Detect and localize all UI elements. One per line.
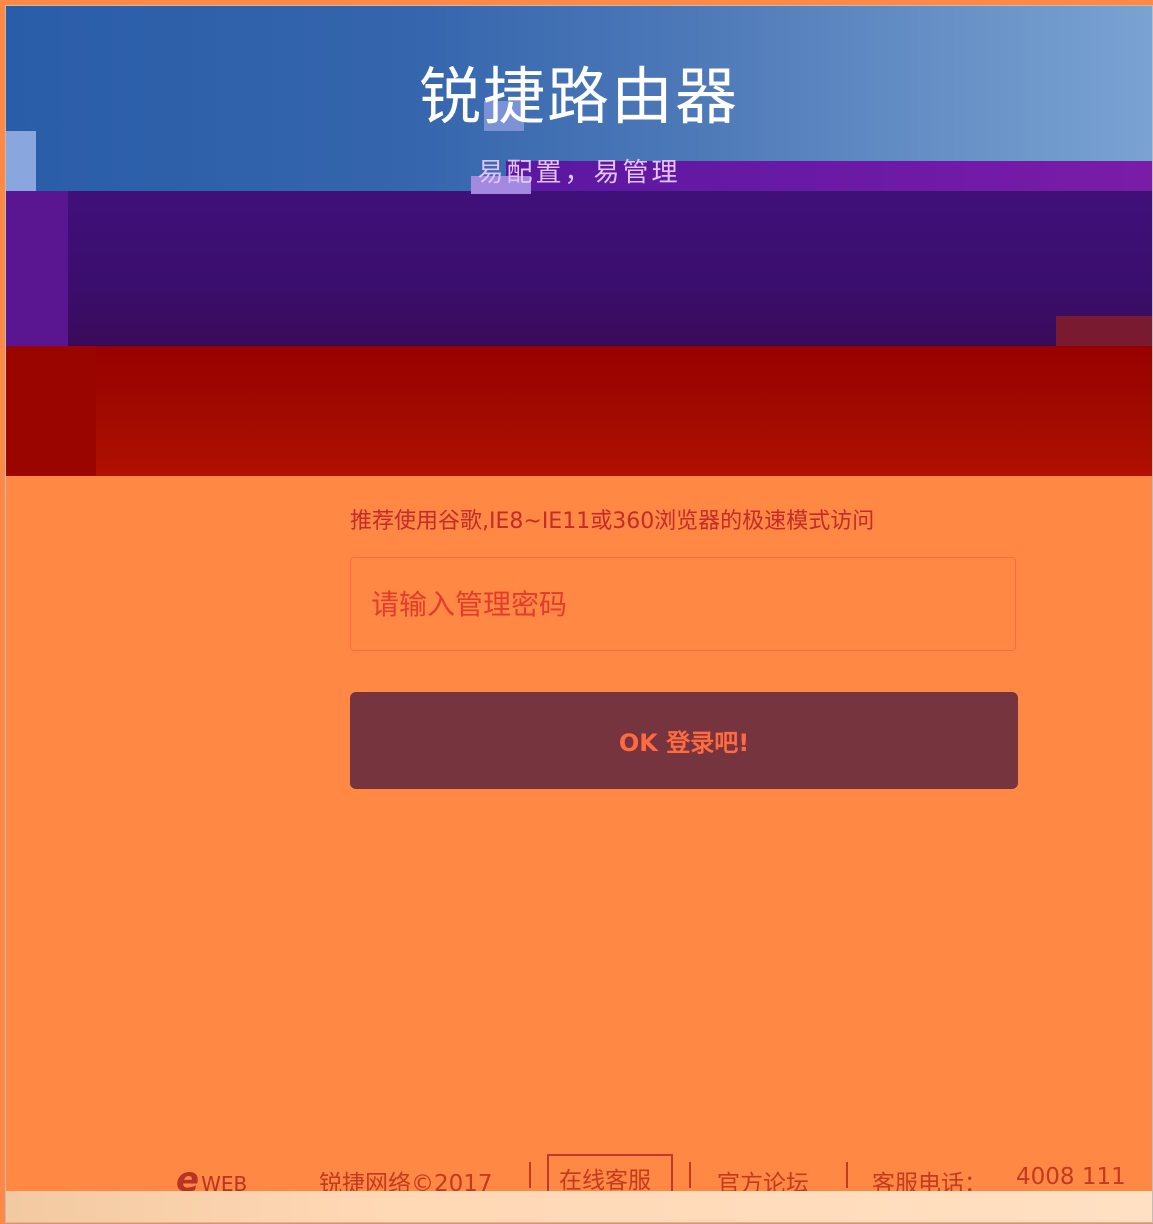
glitch-block: [1056, 316, 1152, 346]
hero-banner: 锐捷路由器 易配置，易管理: [6, 6, 1152, 476]
online-service-link[interactable]: 在线客服: [547, 1154, 673, 1194]
footer-divider: [846, 1162, 848, 1188]
browser-recommendation-notice: 推荐使用谷歌,IE8~IE11或360浏览器的极速模式访问: [350, 509, 875, 534]
footer: e WEB 锐捷网络©2017 在线客服 官方论坛 客服电话： 4008 111: [6, 1154, 1152, 1200]
login-page: 锐捷路由器 易配置，易管理 推荐使用谷歌,IE8~IE11或360浏览器的极速模…: [5, 5, 1153, 1223]
footer-divider: [529, 1162, 531, 1188]
hero-background-band-red-edge: [6, 346, 96, 476]
bottom-glitch-strip: [6, 1191, 1152, 1222]
login-button[interactable]: OK 登录吧!: [350, 692, 1018, 789]
hero-background-band-purple: [6, 191, 1152, 346]
hotline-number: 4008 111: [1016, 1164, 1126, 1190]
hero-subtitle: 易配置，易管理: [477, 158, 681, 188]
footer-divider: [689, 1162, 691, 1188]
hero-background-band-purple-edge: [6, 191, 68, 346]
admin-password-input[interactable]: [350, 557, 1016, 651]
hero-background-band-red: [96, 346, 1152, 476]
hero-title: 锐捷路由器: [418, 60, 739, 133]
online-service-label: 在线客服: [559, 1168, 651, 1194]
